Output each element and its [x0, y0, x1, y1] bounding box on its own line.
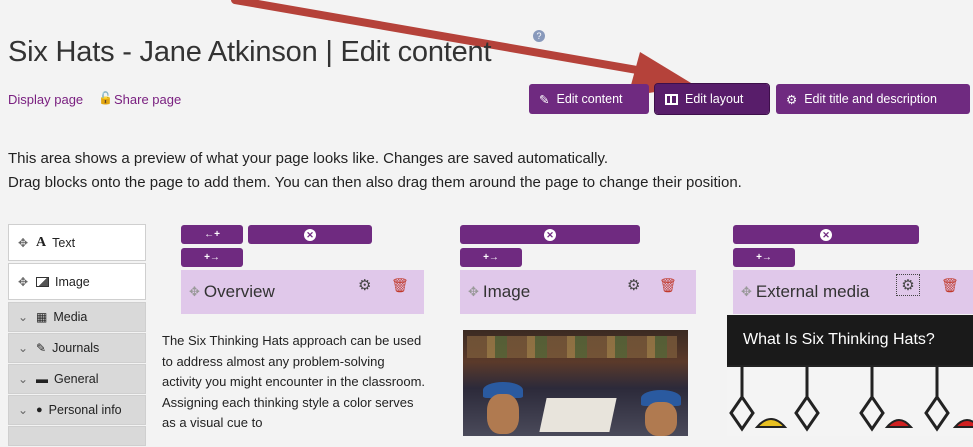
remove-column-button[interactable]: ✕: [248, 225, 372, 244]
palette-category-journals[interactable]: ⌄ ✎ Journals: [8, 333, 146, 363]
page-title: Six Hats - Jane Atkinson | Edit content: [8, 36, 492, 68]
video-thumbnail: [727, 363, 973, 436]
edit-title-description-button[interactable]: ⚙ Edit title and description: [776, 84, 970, 114]
text-icon: A: [36, 234, 47, 250]
film-icon: ▦: [36, 310, 48, 324]
close-icon: ✕: [820, 228, 832, 241]
edit-layout-button[interactable]: Edit layout: [654, 83, 770, 115]
user-icon: ●: [36, 404, 43, 416]
external-media-block-header[interactable]: ✥ External media: [733, 270, 973, 314]
drag-handle-icon: ✥: [741, 284, 752, 299]
overview-block-title: Overview: [203, 282, 275, 301]
palette-item-text[interactable]: ✥ A Text: [8, 224, 146, 261]
remove-column-button[interactable]: ✕: [733, 225, 919, 244]
classroom-photo: [463, 330, 688, 436]
drag-handle-icon: ✥: [18, 274, 29, 289]
image-block-title: Image: [482, 282, 531, 301]
block-palette: ✥ A Text ✥ Image ⌄ ▦ Media ⌄ ✎ Journals …: [8, 224, 146, 447]
trash-icon[interactable]: 🗑: [941, 277, 959, 294]
palette-category-general[interactable]: ⌄ ▬ General: [8, 364, 146, 394]
chevron-down-icon: ⌄: [18, 403, 29, 417]
hats-illustration: [727, 363, 973, 432]
trash-icon[interactable]: 🗑: [659, 277, 677, 294]
pencil-icon: ✎: [36, 341, 47, 355]
overview-block-header[interactable]: ✥ Overview: [181, 270, 424, 314]
palette-item-image[interactable]: ✥ Image: [8, 263, 146, 300]
close-icon: ✕: [544, 228, 556, 241]
edit-content-button[interactable]: ✎ Edit content: [529, 84, 649, 114]
briefcase-icon: ▬: [36, 372, 48, 386]
external-media-block-title: External media: [755, 282, 870, 301]
chevron-down-icon: ⌄: [18, 310, 29, 324]
palette-category-personal-info[interactable]: ⌄ ● Personal info: [8, 395, 146, 425]
add-column-right-button[interactable]: +→: [181, 248, 243, 267]
add-column-right-button[interactable]: +→: [460, 248, 522, 267]
chevron-down-icon: ⌄: [18, 341, 29, 355]
add-column-right-button[interactable]: +→: [733, 248, 795, 267]
intro-line-1: This area shows a preview of what your p…: [8, 150, 609, 167]
palette-category-more[interactable]: [8, 426, 146, 446]
drag-handle-icon: ✥: [18, 235, 29, 250]
overview-block-text: The Six Thinking Hats approach can be us…: [162, 333, 426, 431]
trash-icon[interactable]: 🗑: [391, 277, 409, 294]
chevron-down-icon: ⌄: [18, 372, 29, 386]
share-page-link[interactable]: Share page: [114, 92, 181, 107]
pencil-icon: ✎: [539, 92, 550, 107]
gears-icon: ⚙: [786, 92, 798, 107]
drag-handle-icon: ✥: [468, 284, 479, 299]
gear-icon[interactable]: ⚙: [896, 274, 920, 296]
image-icon: [36, 276, 49, 287]
drag-handle-icon: ✥: [189, 284, 200, 299]
lock-icon: 🔓: [98, 91, 113, 105]
layout-icon: [665, 93, 678, 105]
video-title: What Is Six Thinking Hats?: [743, 331, 935, 348]
intro-line-2: Drag blocks onto the page to add them. Y…: [8, 174, 742, 191]
help-icon[interactable]: ?: [533, 30, 545, 42]
remove-column-button[interactable]: ✕: [460, 225, 640, 244]
close-icon: ✕: [304, 228, 316, 241]
display-page-link[interactable]: Display page: [8, 92, 83, 107]
add-column-left-button[interactable]: ←+: [181, 225, 243, 244]
gear-icon[interactable]: ⚙: [627, 276, 640, 294]
video-embed[interactable]: What Is Six Thinking Hats?: [727, 315, 973, 436]
palette-category-media[interactable]: ⌄ ▦ Media: [8, 302, 146, 332]
gear-icon[interactable]: ⚙: [358, 276, 371, 294]
